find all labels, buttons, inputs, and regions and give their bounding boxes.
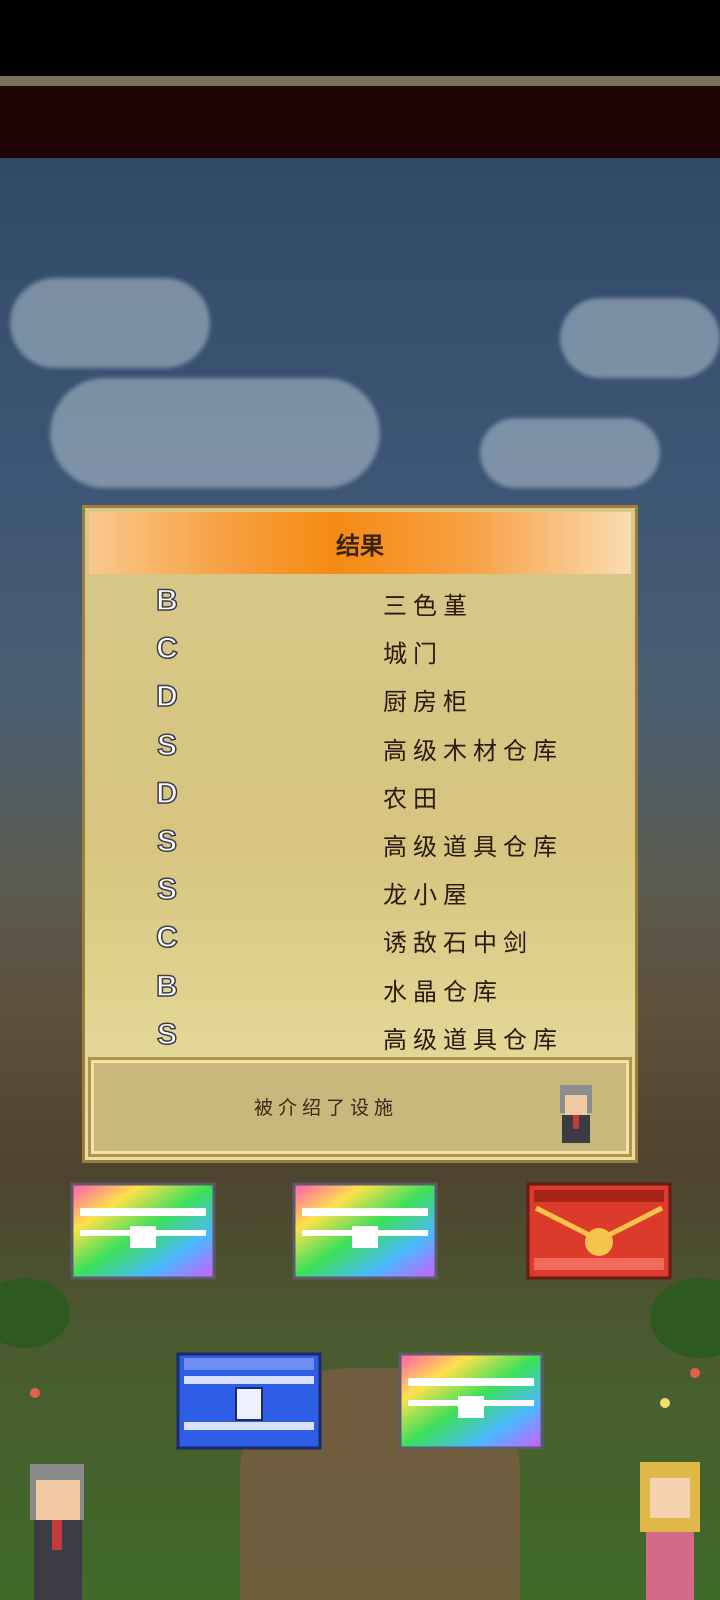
result-row: C 诱敌石中剑 [85, 915, 635, 963]
result-row: S 龙小屋 [85, 867, 635, 915]
bush-right [650, 1278, 720, 1358]
result-row: D 农田 [85, 771, 635, 819]
facility-name: 高级道具仓库 [383, 832, 563, 861]
grade-label: B [155, 969, 178, 1004]
facility-name: 龙小屋 [383, 881, 473, 910]
cloud-3 [480, 418, 660, 488]
result-row: S 高级木材仓库 [85, 723, 635, 771]
result-row: B 水晶仓库 [85, 964, 635, 1012]
facility-name: 城门 [383, 640, 443, 669]
result-row: D 厨房柜 [85, 674, 635, 722]
red-chest-icon[interactable] [526, 1182, 672, 1280]
top-divider [0, 76, 720, 86]
facility-name: 农田 [383, 784, 443, 813]
facility-name: 厨房柜 [383, 688, 473, 717]
footer-message: 被介绍了设施 [254, 1097, 399, 1119]
result-row: S 高级道具仓库 [85, 819, 635, 867]
rainbow-chest-icon[interactable] [292, 1182, 438, 1280]
dialog-footer[interactable]: 被介绍了设施 [88, 1057, 632, 1157]
grade-label: B [155, 583, 178, 618]
result-row: S 高级道具仓库 [85, 1012, 635, 1060]
result-row: C 城门 [85, 626, 635, 674]
blue-chest-icon[interactable] [176, 1352, 322, 1450]
result-dialog: 结果 B 三色堇 C 城门 D 厨房柜 S 高级木材仓库 D 农田 S 高级道具仓库 S 龙小… [82, 505, 638, 1163]
grade-label: S [156, 728, 178, 763]
flower [690, 1368, 700, 1378]
facility-name: 三色堇 [383, 592, 473, 620]
rainbow-chest-icon[interactable] [398, 1352, 544, 1450]
character-right [640, 1462, 700, 1600]
result-row: B 三色堇 [85, 578, 635, 626]
grade-label: D [155, 776, 178, 811]
grade-label: C [155, 631, 178, 666]
top-bar [0, 86, 720, 158]
grade-label: D [155, 680, 178, 715]
bush-left [0, 1278, 70, 1348]
cloud-1 [50, 378, 380, 488]
flower [30, 1388, 40, 1398]
facility-name: 高级木材仓库 [383, 736, 563, 765]
cloud-2 [10, 278, 210, 368]
flower [660, 1398, 670, 1408]
grade-label: C [155, 921, 178, 956]
status-bar [0, 0, 720, 76]
facility-name: 水晶仓库 [383, 977, 503, 1006]
rainbow-chest-icon[interactable] [70, 1182, 216, 1280]
cloud-4 [560, 298, 720, 378]
result-list: B 三色堇 C 城门 D 厨房柜 S 高级木材仓库 D 农田 S 高级道具仓库 S 龙小屋 C… [85, 578, 635, 1060]
character-left [30, 1464, 84, 1600]
advisor-avatar-icon [560, 1085, 592, 1143]
grade-label: S [156, 872, 178, 907]
dialog-header: 结果 [89, 512, 631, 574]
grade-label: S [156, 1017, 178, 1052]
dialog-title: 结果 [336, 530, 384, 560]
facility-name: 高级道具仓库 [383, 1025, 563, 1054]
facility-name: 诱敌石中剑 [383, 929, 533, 958]
grade-label: S [156, 824, 178, 859]
